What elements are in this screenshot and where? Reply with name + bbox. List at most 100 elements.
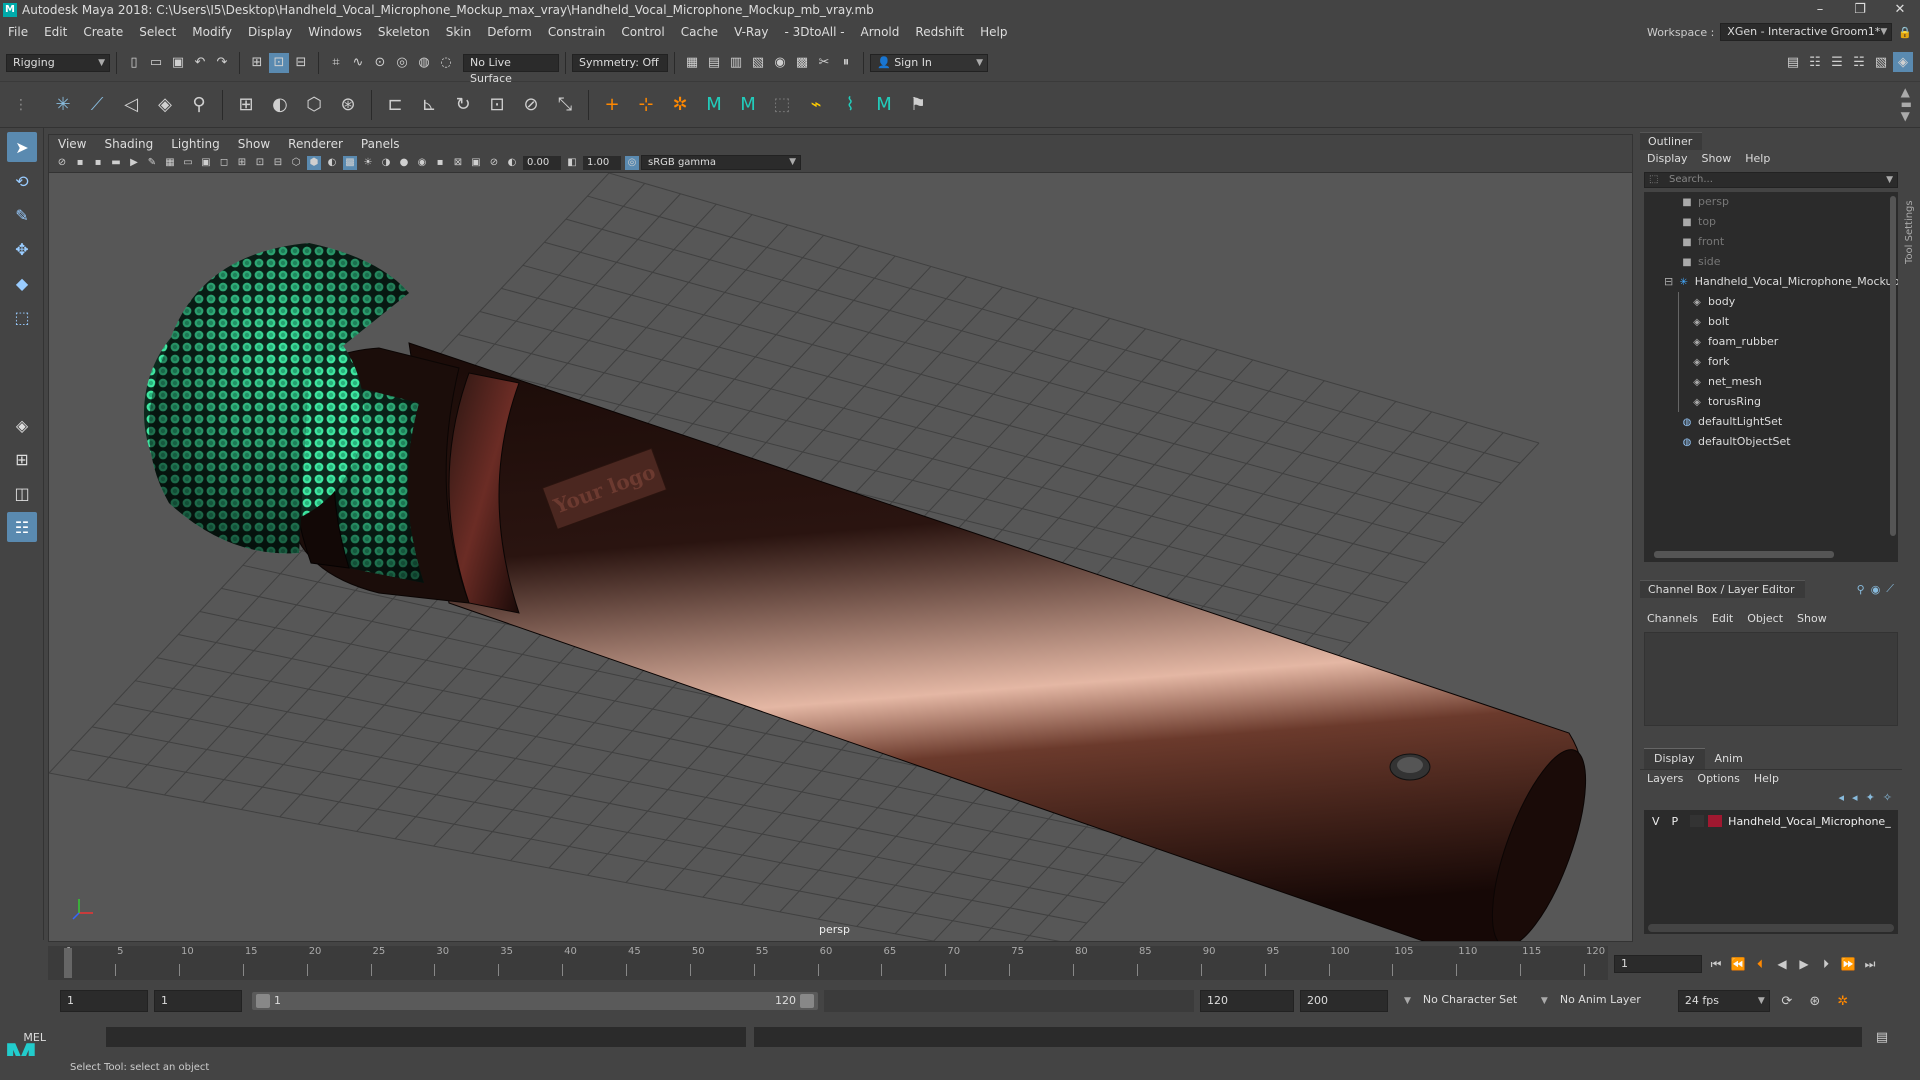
viewport-menu-item[interactable]: Lighting [162, 135, 229, 153]
go-to-start-icon[interactable]: ⏮ [1708, 957, 1724, 972]
step-forward-frame-icon[interactable]: ⏵ [1818, 957, 1834, 972]
single-perspective-icon[interactable]: ◈ [7, 410, 37, 440]
outliner-menu-item[interactable]: Help [1738, 150, 1777, 168]
scale-constraint-icon[interactable]: ⊡ [483, 91, 511, 119]
outliner-scrollbar[interactable] [1890, 196, 1896, 536]
menu-item[interactable]: V-Ray [726, 20, 776, 44]
pause-icon[interactable]: ⏸ [836, 53, 856, 73]
layer-tab[interactable]: Display [1644, 748, 1705, 769]
redo-icon[interactable]: ↷ [212, 53, 232, 73]
snap-surface-icon[interactable]: ◍ [414, 53, 434, 73]
open-scene-icon[interactable]: ▭ [146, 53, 166, 73]
menu-item[interactable]: Control [613, 20, 672, 44]
menu-item[interactable]: Select [131, 20, 184, 44]
hypershade-icon[interactable]: ▩ [792, 53, 812, 73]
menu-item[interactable]: Redshift [907, 20, 972, 44]
outliner-item[interactable]: ◈ bolt [1644, 312, 1898, 332]
antialiasing-icon[interactable]: ▪ [433, 156, 447, 170]
undo-icon[interactable]: ↶ [190, 53, 210, 73]
pole-vector-icon[interactable]: ⤡ [551, 91, 579, 119]
anim-layer-field[interactable]: No Anim Layer [1553, 990, 1662, 1012]
outliner-search-input[interactable]: ⬚ Search... ▼ [1644, 172, 1898, 188]
outliner-toggle-icon[interactable]: ◈ [1893, 52, 1913, 72]
time-slider[interactable]: 1510152025303540455055606570758085909510… [48, 946, 1608, 980]
outliner-item[interactable]: ◍ defaultLightSet [1644, 412, 1898, 432]
snap-grid-icon[interactable]: ⌗ [326, 53, 346, 73]
viewport-menu-item[interactable]: View [49, 135, 95, 153]
outliner-item[interactable]: ■ front [1644, 232, 1898, 252]
joint-tool-icon[interactable]: ✳ [49, 91, 77, 119]
menu-item[interactable]: Cache [673, 20, 726, 44]
blend-shape-icon[interactable]: ◐ [266, 91, 294, 119]
mash-network-icon[interactable]: M [734, 91, 762, 119]
menu-item[interactable]: Skeleton [370, 20, 438, 44]
menu-item[interactable]: Deform [479, 20, 540, 44]
scene-view[interactable]: Your logo [49, 173, 1633, 942]
gate-mask-icon[interactable]: ◻ [217, 156, 231, 170]
outliner-item[interactable]: ■ persp [1644, 192, 1898, 212]
maximize-icon[interactable]: ❐ [1840, 0, 1880, 20]
wireframe-icon[interactable]: ⬡ [289, 156, 303, 170]
tool-settings-icon[interactable]: ☵ [1849, 52, 1869, 72]
tool-settings-tab[interactable]: Tool Settings [1904, 132, 1920, 332]
snap-live-icon[interactable]: ◌ [436, 53, 456, 73]
channel-box-icon-a[interactable]: ⚲ [1857, 583, 1865, 596]
select-object-icon[interactable]: ⊡ [269, 52, 289, 73]
layer-visibility-toggle[interactable]: V [1652, 815, 1660, 828]
two-view-icon[interactable]: ◫ [7, 478, 37, 508]
menu-item[interactable]: Skin [438, 20, 480, 44]
close-icon[interactable]: ✕ [1880, 0, 1920, 20]
viewport-panel[interactable]: View Shading Lighting Show Renderer Panels ⊘ … [48, 134, 1633, 942]
outliner-menu-item[interactable]: Show [1695, 150, 1739, 168]
outliner-menu-item[interactable]: Display [1640, 150, 1695, 168]
shelf-options-icon[interactable]: ⋮ [14, 97, 28, 113]
render-frame-icon[interactable]: ▦ [682, 53, 702, 73]
layer-scrollbar[interactable] [1648, 924, 1894, 932]
layer-tab[interactable]: Anim [1705, 749, 1753, 769]
skin-bind-icon[interactable]: ◈ [151, 91, 179, 119]
four-view-icon[interactable]: ⊞ [7, 444, 37, 474]
sign-in-button[interactable]: 👤 Sign In ▼ [870, 53, 988, 72]
ipr-render-icon[interactable]: ▧ [748, 53, 768, 73]
menu-item[interactable]: Constrain [540, 20, 614, 44]
end-time-field[interactable]: 120 [1200, 990, 1294, 1012]
lattice-icon[interactable]: ⬡ [300, 91, 328, 119]
smooth-shade-icon[interactable]: ⬢ [307, 155, 321, 170]
anim-start-field[interactable]: 1 [154, 990, 242, 1012]
new-layer-selected-icon[interactable]: ✧ [1883, 791, 1892, 804]
range-slider[interactable]: 1 120 [252, 992, 818, 1010]
command-input[interactable] [106, 1027, 746, 1047]
ambient-occlusion-icon[interactable]: ● [397, 156, 411, 170]
outliner-item[interactable]: ◈ net_mesh [1644, 372, 1898, 392]
select-tool-icon[interactable]: ➤ [7, 132, 37, 162]
step-forward-key-icon[interactable]: ⏩ [1840, 957, 1856, 971]
paint-weights-icon[interactable]: ⌁ [802, 91, 830, 119]
outliner-layout-icon[interactable]: ☷ [7, 512, 37, 542]
workspace-dropdown[interactable]: XGen - Interactive Groom1* ▼ [1720, 23, 1893, 41]
menu-item[interactable]: Modify [184, 20, 240, 44]
ik-spline-icon[interactable]: ◁ [117, 91, 145, 119]
snap-point-icon[interactable]: ⊙ [370, 53, 390, 73]
snap-curve-icon[interactable]: ∿ [348, 53, 368, 73]
outliner-item[interactable]: ■ side [1644, 252, 1898, 272]
new-layer-icon[interactable]: ✦ [1866, 791, 1875, 804]
viewport-menu-item[interactable]: Renderer [279, 135, 352, 153]
channel-box-icon[interactable]: ▧ [1871, 52, 1891, 72]
vray-render-icon[interactable]: ✂ [814, 53, 834, 73]
layer-menu-item[interactable]: Help [1747, 770, 1786, 788]
play-forward-icon[interactable]: ▶ [1796, 957, 1812, 971]
range-end-handle[interactable] [800, 994, 814, 1008]
channel-list[interactable] [1644, 632, 1898, 726]
move-layer-down-icon[interactable]: ◂ [1852, 791, 1858, 804]
layer-playback-toggle[interactable]: P [1672, 815, 1679, 828]
bone-icon[interactable]: ✲ [666, 91, 694, 119]
range-start-handle[interactable] [256, 994, 270, 1008]
menu-item[interactable]: Windows [300, 20, 370, 44]
channel-box-icon-b[interactable]: ◉ [1871, 583, 1881, 596]
menu-item[interactable]: Display [240, 20, 300, 44]
safe-action-icon[interactable]: ⊡ [253, 156, 267, 170]
bookmark-icon[interactable]: ▪ [91, 156, 105, 170]
rotate-tool-icon[interactable]: ◆ [7, 268, 37, 298]
modeling-toolkit-icon[interactable]: ▤ [1783, 52, 1803, 72]
select-hierarchy-icon[interactable]: ⊞ [247, 53, 267, 73]
